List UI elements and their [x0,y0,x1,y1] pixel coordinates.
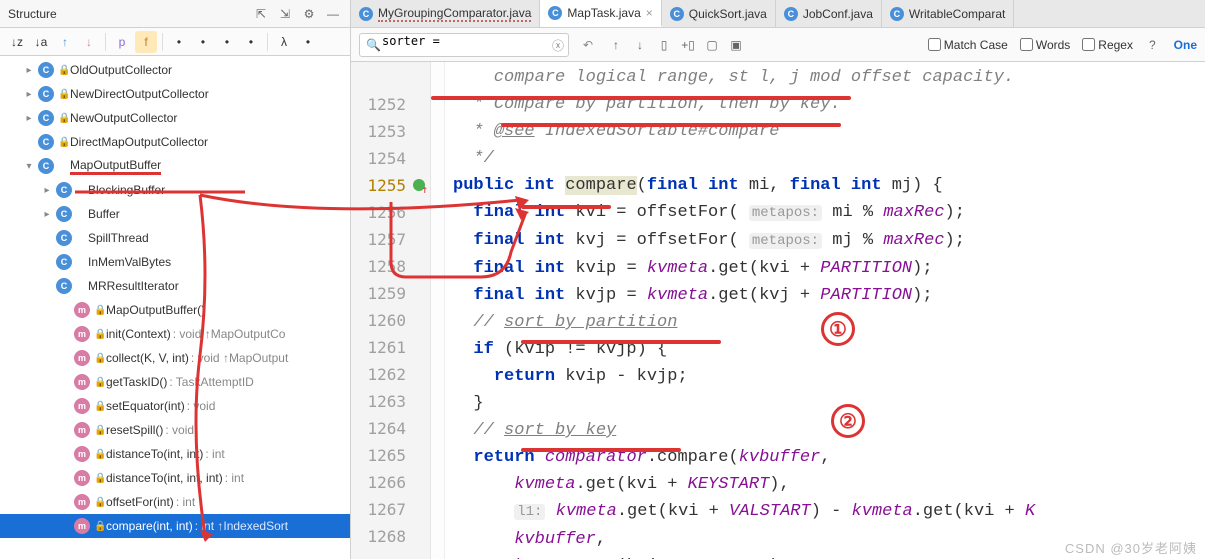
tree-node-newdirectoutputcollector[interactable]: ▸C🔒NewDirectOutputCollector [0,82,350,106]
next-match-icon[interactable]: ↓ [631,36,649,54]
structure-tool-7[interactable]: • [192,31,214,53]
find-input[interactable] [382,34,544,48]
structure-tool-5[interactable]: f [135,31,157,53]
structure-tool-8[interactable]: • [216,31,238,53]
close-icon[interactable]: × [646,6,653,20]
tree-node-mapoutputbuffer[interactable]: ▾CMapOutputBuffer [0,154,350,178]
structure-tree: ▸C🔒OldOutputCollector▸C🔒NewDirectOutputC… [0,56,350,559]
code-area: 1252125312541255↑12561257125812591260126… [351,62,1205,559]
add-selection-icon[interactable]: +▯ [679,36,697,54]
search-icon: 🔍 [366,38,381,52]
tree-node-collect-k-v-int-[interactable]: m🔒collect(K, V, int): void ↑MapOutput [0,346,350,370]
structure-header: Structure ⇱ ⇲ ⚙ — [0,0,350,28]
structure-tool-4[interactable]: p [111,31,133,53]
tree-node-gettaskid-[interactable]: m🔒getTaskID(): TaskAttemptID [0,370,350,394]
structure-toolbar: ↓z↓a↑↓pf••••λ• [0,28,350,56]
structure-tool-6[interactable]: • [168,31,190,53]
structure-title: Structure [8,7,246,21]
help-icon[interactable]: ? [1149,38,1156,52]
editor-tabs: CMyGroupingComparator.javaCMapTask.java×… [351,0,1205,28]
tab-writablecomparat[interactable]: CWritableComparat [882,0,1014,27]
filter2-icon[interactable]: ▣ [727,36,745,54]
structure-tool-3[interactable]: ↓ [78,31,100,53]
tree-node-setequator-int-[interactable]: m🔒setEquator(int): void [0,394,350,418]
tree-node-inmemvalbytes[interactable]: CInMemValBytes [0,250,350,274]
structure-tool-0[interactable]: ↓z [6,31,28,53]
gutter: 1252125312541255↑12561257125812591260126… [351,62,431,559]
tree-node-oldoutputcollector[interactable]: ▸C🔒OldOutputCollector [0,58,350,82]
tree-node-distanceto-int-int-int-[interactable]: m🔒distanceTo(int, int, int): int [0,466,350,490]
tree-node-mrresultiterator[interactable]: CMRResultIterator [0,274,350,298]
tree-node-mapoutputbuffer-[interactable]: m🔒MapOutputBuffer() [0,298,350,322]
tab-quicksort-java[interactable]: CQuickSort.java [662,0,776,27]
tree-node-blockingbuffer[interactable]: ▸CBlockingBuffer [0,178,350,202]
tree-node-offsetfor-int-[interactable]: m🔒offsetFor(int): int [0,490,350,514]
find-nav: ↑ ↓ ▯ +▯ ▢ ▣ [607,36,745,54]
expand-all-icon[interactable]: ⇱ [252,5,270,23]
one-match-label: One [1174,38,1197,52]
match-case-option[interactable]: Match Case [928,38,1008,52]
gear-icon[interactable]: ⚙ [300,5,318,23]
prev-match-icon[interactable]: ↑ [607,36,625,54]
tab-jobconf-java[interactable]: CJobConf.java [776,0,882,27]
editor-panel: CMyGroupingComparator.javaCMapTask.java×… [351,0,1205,559]
tab-mygroupingcomparator-java[interactable]: CMyGroupingComparator.java [351,0,540,27]
filter-icon[interactable]: ▢ [703,36,721,54]
clear-icon[interactable]: ⓧ [552,37,564,54]
tree-node-spillthread[interactable]: CSpillThread [0,226,350,250]
hide-icon[interactable]: — [324,5,342,23]
tree-node-resetspill-[interactable]: m🔒resetSpill(): void [0,418,350,442]
find-options: Match Case Words Regex ? One [928,38,1197,52]
regex-option[interactable]: Regex [1082,38,1133,52]
code-body[interactable]: compare logical range, st l, j mod offse… [445,62,1205,559]
prev-hist-icon[interactable]: ↶ [579,36,597,54]
collapse-all-icon[interactable]: ⇲ [276,5,294,23]
structure-tool-9[interactable]: • [240,31,262,53]
tree-node-distanceto-int-int-[interactable]: m🔒distanceTo(int, int): int [0,442,350,466]
tree-node-newoutputcollector[interactable]: ▸C🔒NewOutputCollector [0,106,350,130]
find-bar: 🔍 ⓧ ↶ ↑ ↓ ▯ +▯ ▢ ▣ Match Case Words Rege… [351,28,1205,62]
select-all-icon[interactable]: ▯ [655,36,673,54]
fold-strip [431,62,445,559]
structure-tool-10[interactable]: λ [273,31,295,53]
tree-node-buffer[interactable]: ▸CBuffer [0,202,350,226]
tree-node-init-context-[interactable]: m🔒init(Context): void ↑MapOutputCo [0,322,350,346]
structure-panel: Structure ⇱ ⇲ ⚙ — ↓z↓a↑↓pf••••λ• ▸C🔒OldO… [0,0,351,559]
structure-tool-2[interactable]: ↑ [54,31,76,53]
words-option[interactable]: Words [1020,38,1070,52]
tree-node-compare-int-int-[interactable]: m🔒compare(int, int): int ↑IndexedSort [0,514,350,538]
tree-node-directmapoutputcollector[interactable]: C🔒DirectMapOutputCollector [0,130,350,154]
find-input-wrap: 🔍 ⓧ [359,33,569,57]
structure-tool-1[interactable]: ↓a [30,31,52,53]
tab-maptask-java[interactable]: CMapTask.java× [540,0,661,27]
structure-tool-11[interactable]: • [297,31,319,53]
watermark: CSDN @30岁老阿姨 [1065,538,1197,557]
